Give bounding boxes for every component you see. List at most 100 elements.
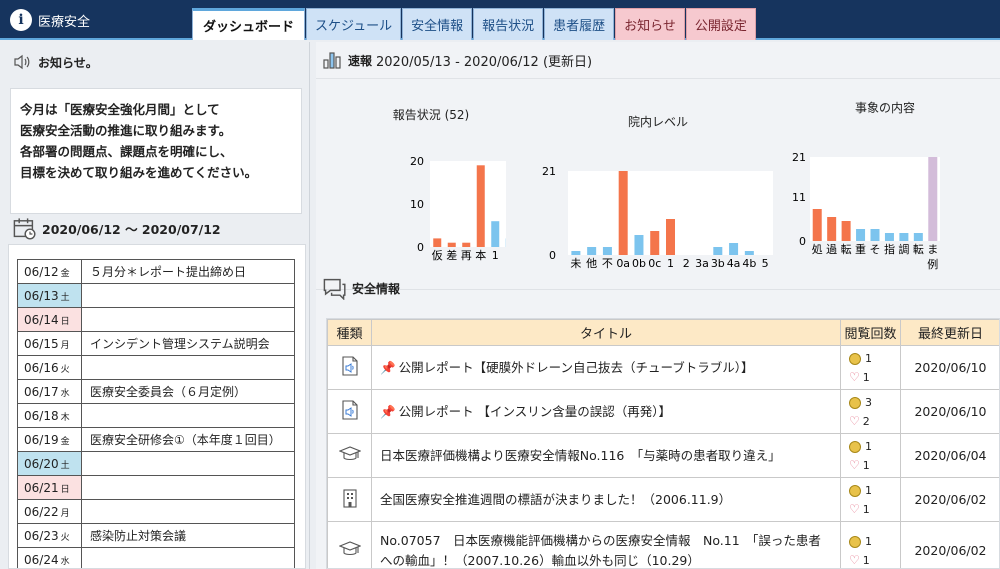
x-tick-label-extra: 例 [927,257,938,271]
y-tick-label: 11 [792,191,806,204]
safety-row[interactable]: 📌 公開レポート 【インスリン含量の誤認（再発）】 3 ♡ 2 2020/06/10 [327,389,999,434]
bar[interactable] [841,221,851,241]
bar[interactable] [913,233,923,241]
day-of-week: 土 [60,292,70,303]
x-tick-label: 4b [742,257,756,270]
smile-icon[interactable] [849,535,861,548]
row-title[interactable]: 日本医療評価機構より医療安全情報No.116 「与薬時の患者取り違え」 [380,448,781,463]
calendar-row[interactable]: 06/14 日 [17,307,295,332]
report-icon [339,400,361,424]
row-title-cell[interactable]: No.07057 日本医療機能評価機構からの医療安全情報 No.11 「誤った患… [371,521,841,568]
tab-0[interactable]: ダッシュボード [192,8,306,40]
tab-3[interactable]: 報告状況 [473,8,544,40]
calendar-row[interactable]: 06/17 水医療安全委員会（６月定例） [17,379,295,404]
bar[interactable] [870,229,880,241]
heart-icon[interactable]: ♡ [849,414,860,428]
x-tick-label: ま [927,243,938,256]
bar[interactable] [634,235,644,255]
bar[interactable] [928,157,938,241]
calendar-event [81,475,295,500]
calendar-row[interactable]: 06/24 水 [17,547,295,568]
row-title-cell[interactable]: 全国医療安全推進週間の標語が決まりました！（2006.11.9） [371,477,841,522]
chart-svg: 0 21 未他不 0a 0b 0c 1 2 3a 3b 4a 4b 5 [542,165,773,270]
smile-icon[interactable] [849,440,861,453]
notice-box: 今月は「医療安全強化月間」として 医療安全活動の推進に取り組みます。 各部署の問… [10,88,302,214]
bar[interactable] [587,247,597,255]
calendar-event: 感染防止対策会議 [81,523,295,548]
bar[interactable] [462,242,471,247]
calendar-event: インシデント管理システム説明会 [81,331,295,356]
row-title[interactable]: 公開レポート【硬膜外ドレーン自己抜去（チューブトラブル）】 [399,360,754,375]
row-title[interactable]: 公開レポート 【インスリン含量の誤認（再発）】 [399,404,671,419]
day-of-week: 木 [60,412,70,423]
calendar-date: 06/24 水 [17,547,82,568]
col-views[interactable]: 閲覧回数 [840,319,901,346]
calendar-row[interactable]: 06/22 月 [17,499,295,524]
heart-icon[interactable]: ♡ [849,370,860,384]
tab-4[interactable]: 患者履歴 [544,8,615,40]
bar[interactable] [744,251,754,255]
bar[interactable] [447,242,456,247]
calendar-row[interactable]: 06/18 木 [17,403,295,428]
bar[interactable] [571,251,581,255]
row-title-cell[interactable]: 日本医療評価機構より医療安全情報No.116 「与薬時の患者取り違え」 [371,433,841,478]
safety-row[interactable]: 全国医療安全推進週間の標語が決まりました！（2006.11.9） 1 ♡ 1 2020/… [327,477,999,522]
calendar-event [81,307,295,332]
row-title-cell[interactable]: 📌 公開レポート【硬膜外ドレーン自己抜去（チューブトラブル）】 [371,345,841,390]
heart-icon[interactable]: ♡ [849,502,860,516]
smile-icon[interactable] [849,396,861,409]
bar[interactable] [884,233,894,241]
calendar-row[interactable]: 06/16 火 [17,355,295,380]
col-kind[interactable]: 種類 [327,319,372,346]
x-tick-label: 転 [841,243,852,256]
date-text: 06/12 [24,264,59,279]
calendar-row[interactable]: 06/23 火感染防止対策会議 [17,523,295,548]
day-of-week: 水 [60,388,70,399]
heart-icon[interactable]: ♡ [849,553,860,567]
left-panel: お知らせ。 今月は「医療安全強化月間」として 医療安全活動の推進に取り組みます。… [0,42,310,569]
safety-row[interactable]: 日本医療評価機構より医療安全情報No.116 「与薬時の患者取り違え」 1 ♡ 1 20… [327,433,999,478]
calendar-row[interactable]: 06/20 土 [17,451,295,476]
bar[interactable] [666,219,675,255]
bar[interactable] [827,217,837,241]
tab-1[interactable]: スケジュール [306,8,402,40]
smile-icon[interactable] [849,484,861,497]
calendar-row[interactable]: 06/12 金 ５月分＊レポート提出締め日 [17,259,295,284]
x-tick-label: 重 [855,242,866,256]
smile-icon[interactable] [849,352,861,365]
tab-2[interactable]: 安全情報 [402,8,473,40]
bar[interactable] [812,209,822,241]
calendar-row[interactable]: 06/13 土 [17,283,295,308]
calendar-row[interactable]: 06/15 月インシデント管理システム説明会 [17,331,295,356]
row-views: 1 ♡ 1 [840,345,901,390]
calendar-row[interactable]: 06/19 金医療安全研修会①（本年度１回目） [17,427,295,452]
calendar-row[interactable]: 06/21 日 [17,475,295,500]
row-title-cell[interactable]: 📌 公開レポート 【インスリン含量の誤認（再発）】 [371,389,841,434]
tab-6[interactable]: 公開設定 [685,8,756,40]
calendar-date: 06/13 土 [17,283,82,308]
safety-row[interactable]: No.07057 日本医療機能評価機構からの医療安全情報 No.11 「誤った患… [327,521,999,568]
bar[interactable] [650,231,660,255]
bar[interactable] [729,243,739,255]
heart-icon[interactable]: ♡ [849,458,860,472]
bar[interactable] [856,229,866,241]
row-views: 1 ♡ 1 [840,521,901,568]
col-title[interactable]: タイトル [371,319,841,346]
row-title[interactable]: No.07057 日本医療機能評価機構からの医療安全情報 No.11 「誤った患… [380,533,821,568]
bar[interactable] [602,247,612,255]
bar[interactable] [618,171,628,255]
bar[interactable] [899,233,909,241]
col-updated[interactable]: 最終更新日 [900,319,999,346]
bar[interactable] [491,221,500,247]
bar[interactable] [433,238,442,247]
x-tick-label: 他 [586,257,597,270]
row-title[interactable]: 全国医療安全推進週間の標語が決まりました！（2006.11.9） [380,492,731,507]
x-tick-label: 調 [898,242,909,256]
safety-row[interactable]: 📌 公開レポート【硬膜外ドレーン自己抜去（チューブトラブル）】 1 ♡ 1 2020/06… [327,345,999,390]
bar[interactable] [476,165,485,247]
heart-count: 1 [862,370,870,384]
calendar-date: 06/19 金 [17,427,82,452]
bar[interactable] [713,247,723,255]
tab-5[interactable]: お知らせ [615,8,685,40]
app-brand[interactable]: i 医療安全 [10,8,90,32]
